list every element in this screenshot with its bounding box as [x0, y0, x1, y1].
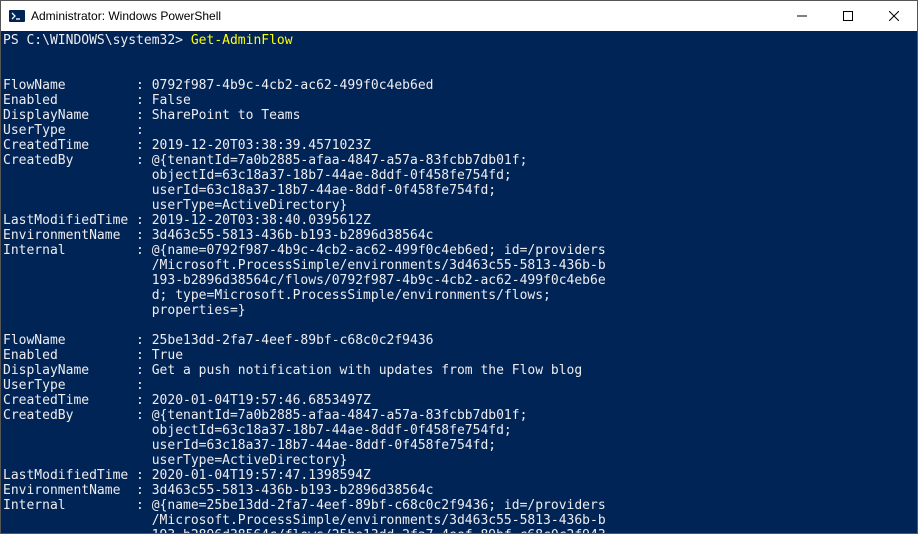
window-controls — [779, 1, 917, 31]
output-line: UserType : — [3, 123, 152, 138]
output-line: LastModifiedTime : 2019-12-20T03:38:40.0… — [3, 213, 371, 228]
output-line: FlowName : 0792f987-4b9c-4cb2-ac62-499f0… — [3, 78, 433, 93]
powershell-window: Administrator: Windows PowerShell PS C:\… — [0, 0, 918, 534]
window-title: Administrator: Windows PowerShell — [31, 9, 779, 23]
output-line: objectId=63c18a37-18b7-44ae-8ddf-0f458fe… — [3, 423, 512, 438]
output-line: DisplayName : Get a push notification wi… — [3, 363, 582, 378]
output-line: CreatedBy : @{tenantId=7a0b2885-afaa-484… — [3, 408, 527, 423]
output-line: CreatedTime : 2020-01-04T19:57:46.685349… — [3, 393, 371, 408]
output-line: d; type=Microsoft.ProcessSimple/environm… — [3, 288, 551, 303]
output-line: Internal : @{name=0792f987-4b9c-4cb2-ac6… — [3, 243, 606, 258]
output-line: userType=ActiveDirectory} — [3, 198, 347, 213]
prompt-path: PS C:\WINDOWS\system32> — [3, 33, 191, 48]
output-line: Enabled : False — [3, 93, 191, 108]
powershell-icon — [9, 8, 25, 24]
output-line: userType=ActiveDirectory} — [3, 453, 347, 468]
output-line: objectId=63c18a37-18b7-44ae-8ddf-0f458fe… — [3, 168, 512, 183]
output-line: properties=} — [3, 303, 246, 318]
output-line: Internal : @{name=25be13dd-2fa7-4eef-89b… — [3, 498, 606, 513]
output-line: /Microsoft.ProcessSimple/environments/3d… — [3, 513, 606, 528]
prompt-command: Get-AdminFlow — [191, 33, 293, 48]
output-line: DisplayName : SharePoint to Teams — [3, 108, 300, 123]
output-line: EnvironmentName : 3d463c55-5813-436b-b19… — [3, 228, 433, 243]
output-line: userId=63c18a37-18b7-44ae-8ddf-0f458fe75… — [3, 438, 496, 453]
output-line: 193-b2896d38564c/flows/0792f987-4b9c-4cb… — [3, 273, 606, 288]
terminal-output[interactable]: PS C:\WINDOWS\system32> Get-AdminFlow Fl… — [1, 31, 917, 533]
output-line: UserType : — [3, 378, 152, 393]
titlebar[interactable]: Administrator: Windows PowerShell — [1, 1, 917, 31]
output-line: /Microsoft.ProcessSimple/environments/3d… — [3, 258, 606, 273]
minimize-button[interactable] — [779, 1, 825, 31]
output-line: EnvironmentName : 3d463c55-5813-436b-b19… — [3, 483, 433, 498]
close-button[interactable] — [871, 1, 917, 31]
output-line: 193-b2896d38564c/flows/25be13dd-2fa7-4ee… — [3, 528, 606, 533]
output-line: Enabled : True — [3, 348, 183, 363]
output-line: FlowName : 25be13dd-2fa7-4eef-89bf-c68c0… — [3, 333, 433, 348]
output-line: LastModifiedTime : 2020-01-04T19:57:47.1… — [3, 468, 371, 483]
output-line: CreatedTime : 2019-12-20T03:38:39.457102… — [3, 138, 371, 153]
output-line: CreatedBy : @{tenantId=7a0b2885-afaa-484… — [3, 153, 527, 168]
output-line: userId=63c18a37-18b7-44ae-8ddf-0f458fe75… — [3, 183, 496, 198]
maximize-button[interactable] — [825, 1, 871, 31]
